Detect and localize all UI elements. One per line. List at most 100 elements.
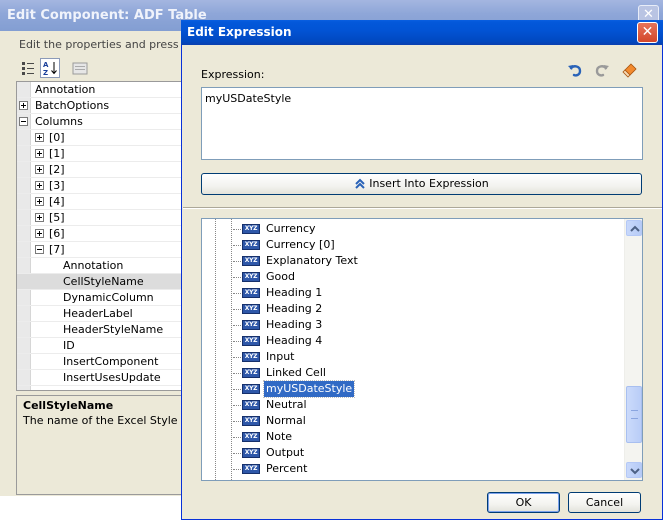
style-icon: XYZ	[242, 432, 260, 442]
insert-button-label: Insert Into Expression	[369, 177, 489, 190]
tree-connector	[233, 405, 241, 406]
style-icon: XYZ	[242, 336, 260, 346]
property-row[interactable]: CellStyleName	[17, 274, 185, 290]
property-row-label: [7]	[49, 243, 65, 256]
tree-item-label: Heading 1	[266, 286, 323, 299]
property-row-label: Annotation	[63, 259, 124, 272]
style-icon: XYZ	[242, 320, 260, 330]
property-row[interactable]: DynamicColumn	[17, 290, 185, 306]
property-row-label: BatchOptions	[35, 99, 110, 112]
insert-into-expression-button[interactable]: Insert Into Expression	[201, 173, 642, 195]
expand-icon[interactable]	[19, 101, 28, 110]
property-row[interactable]: [0]	[17, 130, 185, 146]
property-row-label: DynamicColumn	[63, 291, 154, 304]
style-icon: XYZ	[242, 464, 260, 474]
property-row-label: [4]	[49, 195, 65, 208]
style-tree[interactable]: XYZ Currency XYZ Currency [0] XYZ Explanatory…	[201, 218, 643, 481]
property-grid: Annotation BatchOptions Columns [0] [1] [2] [3…	[16, 81, 186, 391]
expression-textarea[interactable]: myUSDateStyle	[201, 87, 643, 160]
property-info-panel: CellStyleName The name of the Excel Styl…	[16, 395, 209, 495]
svg-text:Z: Z	[43, 69, 48, 77]
tree-connector	[233, 245, 241, 246]
property-row[interactable]: [3]	[17, 178, 185, 194]
property-row-label: [5]	[49, 211, 65, 224]
background-bottom-area	[0, 496, 185, 520]
collapse-icon[interactable]	[19, 117, 28, 126]
collapse-icon[interactable]	[35, 245, 44, 254]
scroll-thumb[interactable]	[626, 386, 642, 443]
cancel-button[interactable]: Cancel	[568, 492, 641, 513]
property-row-label: [0]	[49, 131, 65, 144]
property-row[interactable]: HeaderLabel	[17, 306, 185, 322]
chevron-up-icon	[355, 178, 365, 189]
property-row[interactable]: BatchOptions	[17, 98, 185, 114]
tree-connector	[233, 341, 241, 342]
tree-connector	[233, 261, 241, 262]
expand-icon[interactable]	[35, 133, 44, 142]
tree-connector	[233, 421, 241, 422]
tree-item-label: Currency [0]	[266, 238, 335, 251]
property-info-title: CellStyleName	[23, 399, 114, 412]
tree-item-label: Output	[266, 446, 305, 459]
property-row-label: ID	[63, 339, 75, 352]
property-row[interactable]: Annotation	[17, 82, 185, 98]
property-row[interactable]: [6]	[17, 226, 185, 242]
alphabetical-sort-icon[interactable]: A Z	[40, 58, 60, 78]
categorized-icon[interactable]	[18, 58, 38, 78]
style-icon: XYZ	[242, 384, 260, 394]
expand-icon[interactable]	[35, 213, 44, 222]
redo-icon[interactable]	[593, 62, 611, 80]
style-icon: XYZ	[242, 352, 260, 362]
expression-label: Expression:	[201, 68, 265, 81]
tree-connector	[233, 309, 241, 310]
tree-connector	[233, 229, 241, 230]
eraser-icon[interactable]	[620, 62, 638, 80]
expand-icon[interactable]	[35, 149, 44, 158]
scroll-up-button[interactable]	[626, 220, 642, 236]
property-row[interactable]: HeaderStyleName	[17, 322, 185, 338]
property-row[interactable]: [5]	[17, 210, 185, 226]
property-row-label: CellStyleName	[63, 275, 144, 288]
dialog-titlebar: Edit Expression ✕	[181, 20, 663, 45]
property-row[interactable]: [2]	[17, 162, 185, 178]
property-row-label: InsertComponent	[63, 355, 159, 368]
expand-icon[interactable]	[35, 165, 44, 174]
property-row[interactable]: InsertComponent	[17, 354, 185, 370]
property-row[interactable]: InsertUsesUpdate	[17, 370, 185, 386]
tree-scrollbar[interactable]	[624, 219, 642, 480]
property-info-text: The name of the Excel Style defin	[23, 414, 209, 427]
property-row[interactable]: [1]	[17, 146, 185, 162]
dialog-close-icon[interactable]: ✕	[637, 22, 658, 43]
undo-icon[interactable]	[566, 62, 584, 80]
tree-connector	[233, 293, 241, 294]
chevron-up-icon	[630, 225, 640, 232]
expand-icon[interactable]	[35, 229, 44, 238]
property-row[interactable]: [7]	[17, 242, 185, 258]
tree-item-label: Note	[266, 430, 293, 443]
svg-text:A: A	[43, 61, 49, 69]
property-row[interactable]: ID	[17, 338, 185, 354]
scroll-down-button[interactable]	[626, 462, 642, 478]
style-icon: XYZ	[242, 256, 260, 266]
tree-item-label: Currency	[266, 222, 316, 235]
property-row-label: [1]	[49, 147, 65, 160]
tree-item-label: Percent	[266, 462, 308, 475]
property-pages-icon[interactable]	[70, 58, 90, 78]
expand-icon[interactable]	[35, 197, 44, 206]
property-row[interactable]: Columns	[17, 114, 185, 130]
tree-line	[231, 219, 232, 480]
tree-item-label: Neutral	[266, 398, 307, 411]
tree-connector	[233, 357, 241, 358]
tree-connector	[233, 325, 241, 326]
style-icon: XYZ	[242, 400, 260, 410]
tree-item-label: Input	[266, 350, 295, 363]
tree-item-label: myUSDateStyle	[262, 380, 356, 398]
property-row-label: HeaderStyleName	[63, 323, 164, 336]
property-row[interactable]: [4]	[17, 194, 185, 210]
ok-button[interactable]: OK	[487, 492, 560, 513]
expand-icon[interactable]	[35, 181, 44, 190]
property-row[interactable]: Annotation	[17, 258, 185, 274]
tree-item-label: Linked Cell	[266, 366, 326, 379]
property-row-label: HeaderLabel	[63, 307, 133, 320]
tree-connector	[233, 469, 241, 470]
